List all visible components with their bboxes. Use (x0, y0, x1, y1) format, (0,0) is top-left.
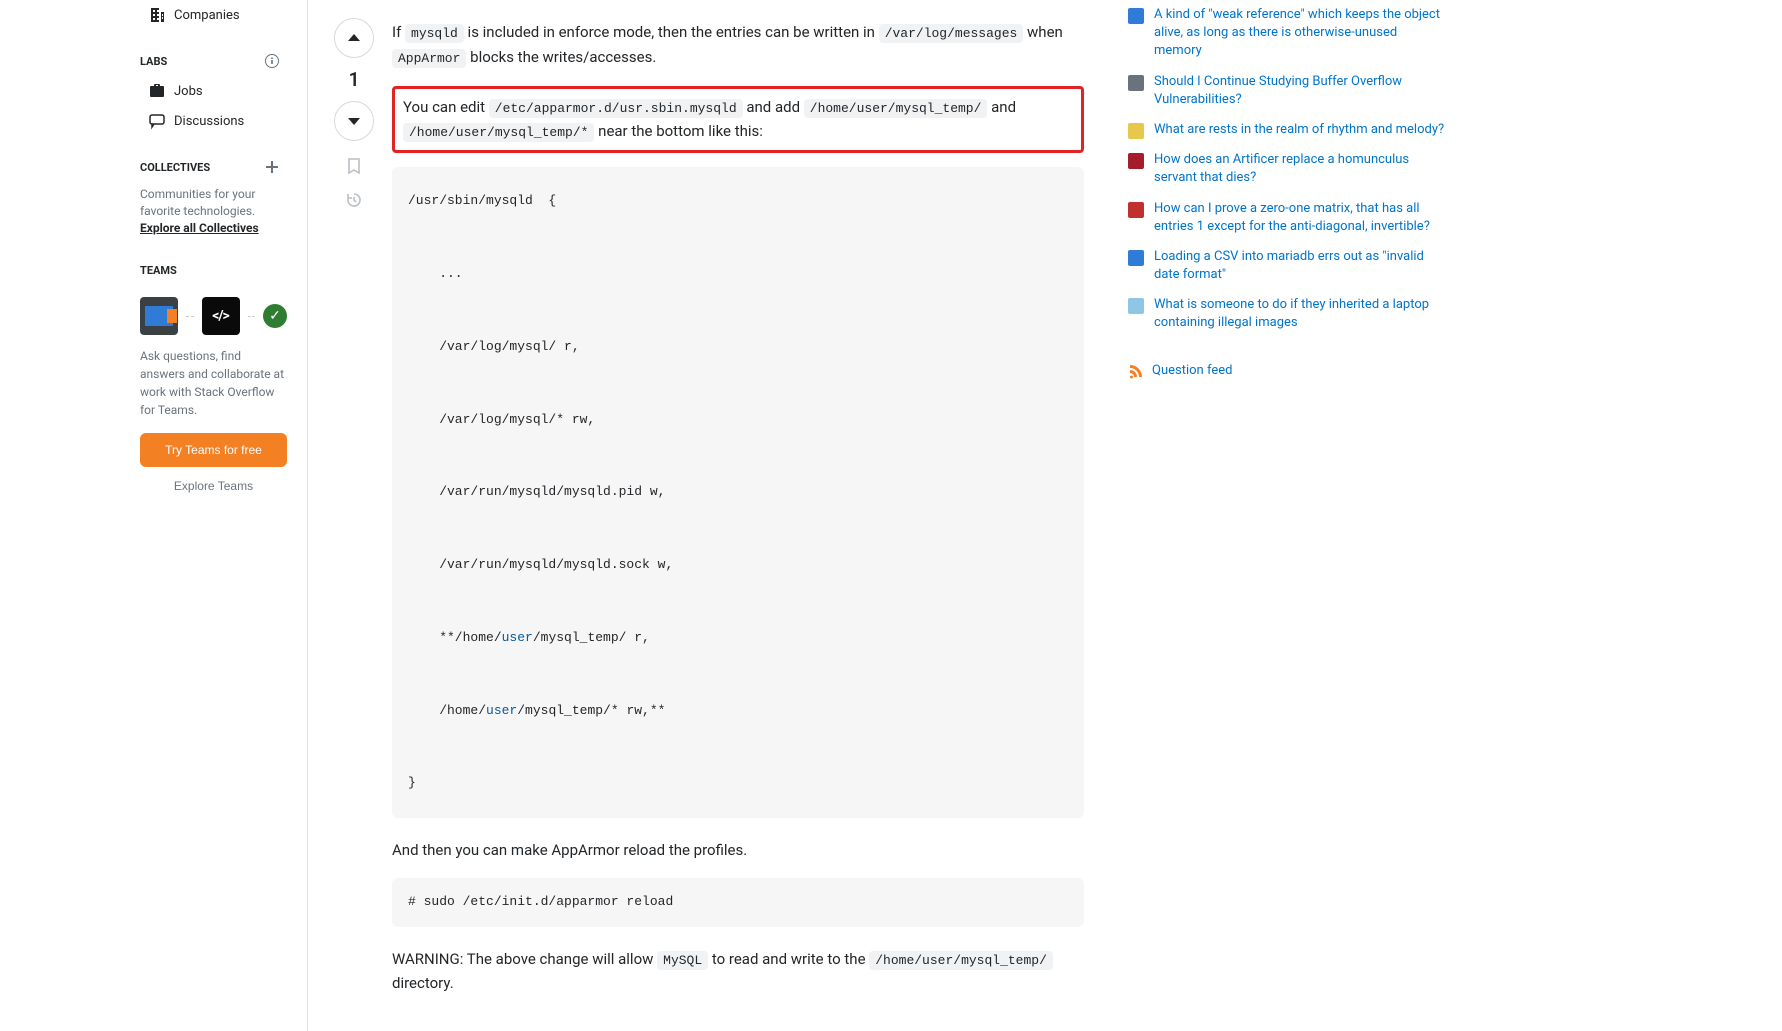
rss-icon (1128, 363, 1144, 379)
main-content: 1 If mysqld is included in enforce mode,… (308, 0, 1548, 1031)
explore-teams-button[interactable]: Explore Teams (140, 471, 287, 501)
vote-column: 1 (308, 0, 368, 1031)
caret-up-icon (346, 30, 362, 46)
hot-question-item[interactable]: What are rests in the realm of rhythm an… (1128, 115, 1448, 145)
hot-question-link[interactable]: How does an Artificer replace a homuncul… (1154, 151, 1448, 187)
teams-description: Ask questions, find answers and collabor… (140, 343, 287, 423)
answer-paragraph: You can edit /etc/apparmor.d/usr.sbin.my… (403, 95, 1073, 145)
highlighted-region: You can edit /etc/apparmor.d/usr.sbin.my… (392, 86, 1084, 154)
hot-question-item[interactable]: Loading a CSV into mariadb errs out as "… (1128, 242, 1448, 290)
collectives-section-title: COLLECTIVES (140, 136, 287, 182)
briefcase-icon (148, 82, 166, 100)
inline-code: /etc/apparmor.d/usr.sbin.mysqld (489, 99, 743, 118)
labs-section-title: LABS (140, 30, 287, 76)
command-block: # sudo /etc/init.d/apparmor reload (392, 878, 1084, 927)
nav-label: Discussions (174, 114, 244, 129)
chat-icon (148, 112, 166, 130)
site-icon (1128, 75, 1144, 91)
hot-question-link[interactable]: Loading a CSV into mariadb errs out as "… (1154, 248, 1448, 284)
nav-label: Jobs (174, 84, 203, 99)
question-feed[interactable]: Question feed (1128, 339, 1448, 379)
plus-icon[interactable] (265, 160, 279, 174)
inline-code: /home/user/mysql_temp/ (869, 951, 1053, 970)
site-icon (1128, 153, 1144, 169)
answer-paragraph: And then you can make AppArmor reload th… (392, 838, 1084, 862)
caret-down-icon (346, 113, 362, 129)
answer-paragraph: If mysqld is included in enforce mode, t… (392, 20, 1084, 70)
history-icon[interactable] (345, 191, 363, 209)
hot-question-item[interactable]: Should I Continue Studying Buffer Overfl… (1128, 67, 1448, 115)
answer-body: If mysqld is included in enforce mode, t… (368, 0, 1108, 1031)
vote-count: 1 (349, 66, 360, 93)
collectives-description: Communities for your favorite technologi… (140, 182, 287, 240)
inline-code: mysqld (405, 24, 464, 43)
code-block: /usr/sbin/mysqld { ... /var/log/mysql/ r… (392, 167, 1084, 818)
site-icon (1128, 8, 1144, 24)
nav-discussions[interactable]: Discussions (140, 106, 287, 136)
nav-companies[interactable]: Companies (140, 0, 287, 30)
inline-code: /var/log/messages (879, 24, 1024, 43)
hot-question-link[interactable]: What is someone to do if they inherited … (1154, 296, 1448, 332)
hot-question-link[interactable]: How can I prove a zero-one matrix, that … (1154, 200, 1448, 236)
hot-question-item[interactable]: A kind of "weak reference" which keeps t… (1128, 0, 1448, 67)
check-icon: ✓ (263, 304, 287, 328)
hot-question-item[interactable]: How does an Artificer replace a homuncul… (1128, 145, 1448, 193)
site-icon (1128, 123, 1144, 139)
left-sidebar: Companies LABS Jobs Discussions (0, 0, 308, 1031)
nav-jobs[interactable]: Jobs (140, 76, 287, 106)
inline-code: MySQL (657, 951, 708, 970)
hot-question-item[interactable]: How can I prove a zero-one matrix, that … (1128, 194, 1448, 242)
hot-question-link[interactable]: What are rests in the realm of rhythm an… (1154, 121, 1444, 139)
site-icon (1128, 250, 1144, 266)
inline-code: AppArmor (392, 49, 466, 68)
teams-code-graphic: </> (202, 297, 240, 335)
try-teams-button[interactable]: Try Teams for free (140, 433, 287, 467)
right-sidebar: A kind of "weak reference" which keeps t… (1108, 0, 1448, 1031)
building-icon (148, 6, 166, 24)
teams-chat-graphic (140, 297, 178, 335)
answer-paragraph: WARNING: The above change will allow MyS… (392, 947, 1084, 996)
teams-graphic: </> ✓ (140, 285, 287, 343)
hot-question-item[interactable]: What is someone to do if they inherited … (1128, 290, 1448, 338)
nav-label: Companies (174, 8, 240, 23)
hot-questions-list: A kind of "weak reference" which keeps t… (1128, 0, 1448, 339)
question-feed-link[interactable]: Question feed (1152, 363, 1232, 378)
bookmark-icon[interactable] (345, 157, 363, 175)
inline-code: /home/user/mysql_temp/* (403, 123, 594, 142)
teams-section-title: TEAMS (140, 240, 287, 285)
site-icon (1128, 202, 1144, 218)
site-icon (1128, 298, 1144, 314)
inline-code: /home/user/mysql_temp/ (804, 99, 988, 118)
explore-collectives-link[interactable]: Explore all Collectives (140, 221, 259, 235)
hot-question-link[interactable]: A kind of "weak reference" which keeps t… (1154, 6, 1448, 61)
hot-question-link[interactable]: Should I Continue Studying Buffer Overfl… (1154, 73, 1448, 109)
info-icon[interactable] (265, 54, 279, 68)
